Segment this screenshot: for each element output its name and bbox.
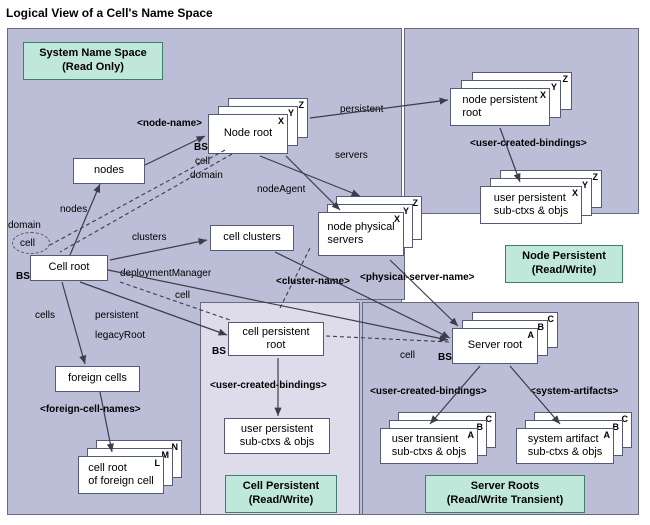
edge-clusters: clusters [132,232,166,243]
edge-cell3: cell [400,350,415,361]
stack-node-physical-servers: Z Y X node physical servers [318,196,428,258]
box-node-physical-servers: node physical servers [327,221,394,247]
edge-domain-dashed: domain [190,170,223,181]
stack-system-artifact: C B A system artifact sub-ctxs & objs [516,412,638,468]
chip-cell-persistent: Cell Persistent (Read/Write) [225,475,337,513]
edge-ucb-cellpanel: <user-created-bindings> [210,380,327,391]
box-node-root: Node root [224,127,272,140]
box-cell-root-foreign: cell root of foreign cell [88,462,153,488]
box-cell-root: Cell root [30,255,108,281]
box-system-artifact: system artifact sub-ctxs & objs [528,433,603,459]
edge-cells: cells [35,310,55,321]
stack-foreign-cell-root: N M L cell root of foreign cell [78,440,190,498]
bs-cellroot: BS [16,271,30,282]
box-user-transient: user transient sub-ctxs & objs [392,433,467,459]
chip-server-text: Server Roots (Read/Write Transient) [447,480,564,506]
chip-system: System Name Space (Read Only) [23,42,163,80]
edge-legacy-root: legacyRoot [95,330,145,341]
bs-cpr: BS [212,346,226,357]
chip-cell-text: Cell Persistent (Read/Write) [243,480,319,506]
chip-node-text: Node Persistent (Read/Write) [522,250,606,276]
bs-serverroot: BS [438,352,452,363]
box-foreign-cells: foreign cells [55,366,140,392]
box-cell-clusters: cell clusters [210,225,294,251]
edge-persistent1: persistent [95,310,138,321]
edge-deployment-manager: deploymentManager [120,268,211,279]
edge-physical-server-name: <physical-server-name> [360,272,475,283]
stack-user-transient: C B A user transient sub-ctxs & objs [380,412,502,468]
edge-nodes: nodes [60,204,87,215]
box-cell-persistent-root: cell persistent root [228,322,324,356]
chip-system-text: System Name Space (Read Only) [39,47,147,73]
edge-node-agent: nodeAgent [257,184,305,195]
stack-server-root: C B A Server root BS [452,312,564,368]
edge-ucb-server: <user-created-bindings> [370,386,487,397]
box-user-persistent-cp: user persistent sub-ctxs & objs [224,418,330,454]
edge-cluster-name: <cluster-name> [276,276,350,287]
bs-noderoot: BS [194,142,208,153]
box-server-root: Server root [468,339,522,352]
box-nodes: nodes [73,158,145,184]
edge-persistent-top: persistent [340,104,383,115]
chip-node-persistent: Node Persistent (Read/Write) [505,245,623,283]
edge-domain: domain [8,220,41,231]
chip-server-roots: Server Roots (Read/Write Transient) [425,475,585,513]
stack-node-root: Z Y X Node root BS [208,98,308,154]
edge-servers: servers [335,150,368,161]
box-node-persistent-root: node persistent root [462,94,537,120]
diagram-title: Logical View of a Cell's Name Space [6,6,644,20]
stack-user-persistent-node: Z Y X user persistent sub-ctxs & objs [480,170,608,226]
stack-node-persistent-root: Z Y X node persistent root [450,72,575,128]
edge-sys-art: <system-artifacts> [530,386,618,397]
edge-ucb-nodepanel: <user-created-bindings> [470,138,587,149]
edge-foreign-cell-names: <foreign-cell-names> [40,404,141,415]
edge-cell-dashed: cell [195,156,210,167]
edge-cell2: cell [175,290,190,301]
edge-node-name: <node-name> [137,118,202,129]
box-user-persistent-np: user persistent sub-ctxs & objs [494,192,569,218]
edge-domain-cell: cell [20,238,35,249]
